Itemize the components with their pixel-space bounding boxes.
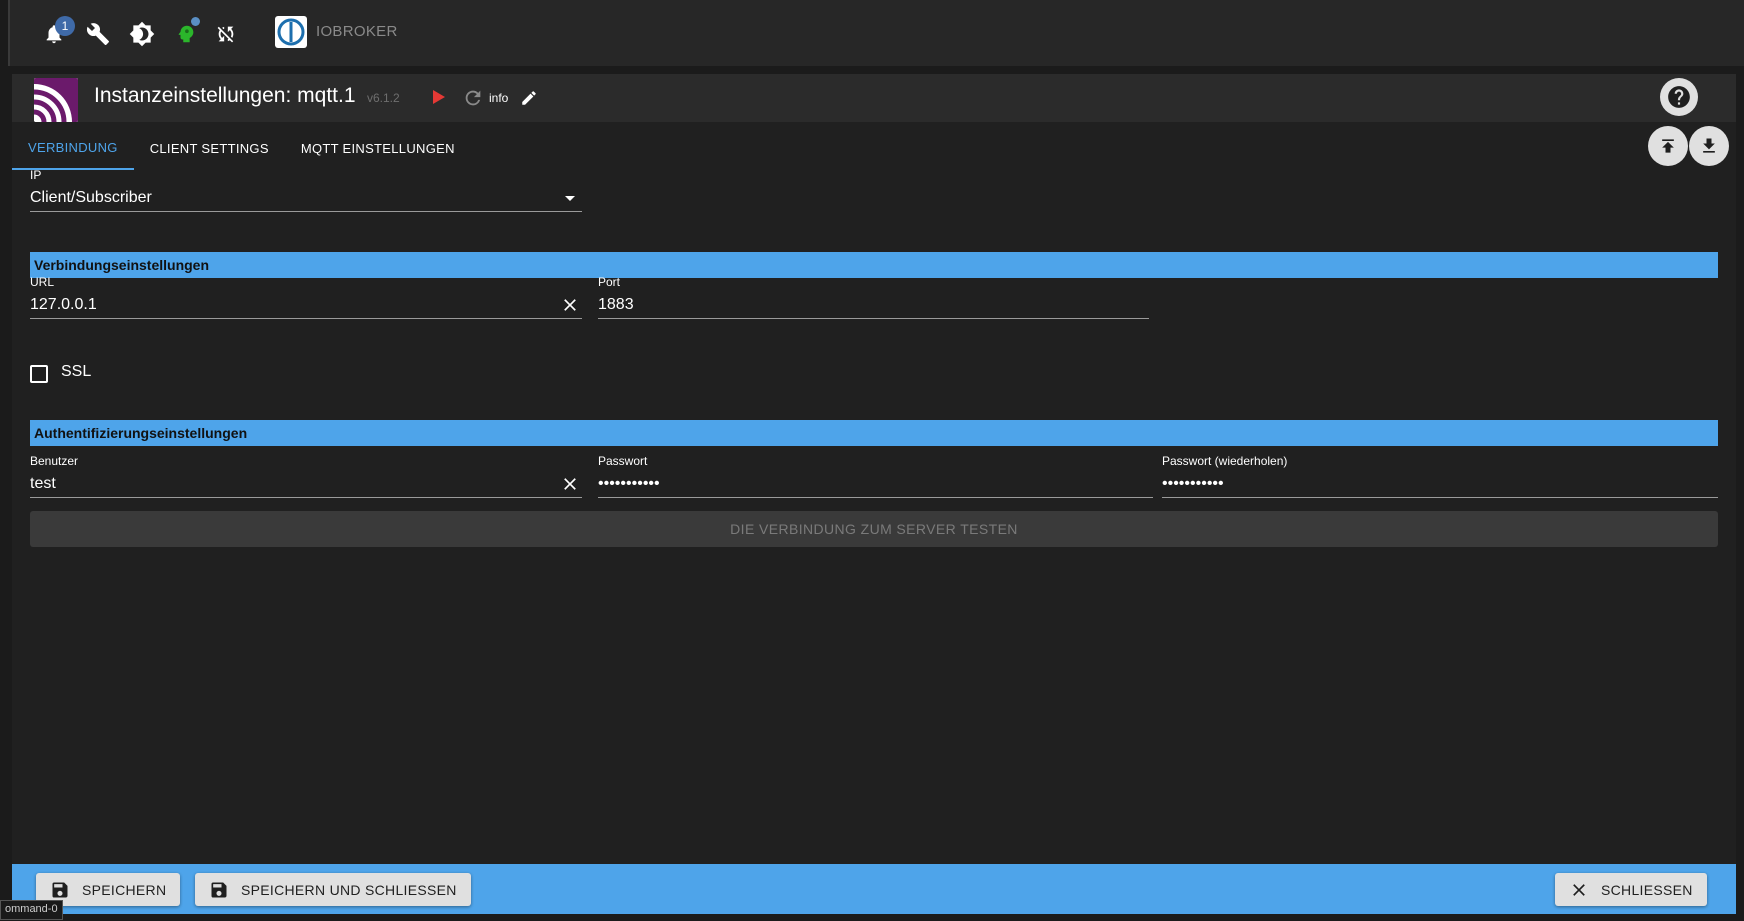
info-label: info [489,91,509,105]
upload-config-button[interactable] [1648,126,1688,166]
save-icon [52,882,68,897]
tab-verbindung[interactable]: VERBINDUNG [12,126,134,170]
save-button-label: SPEICHERN [82,881,167,898]
download-icon [1703,138,1715,153]
app-root: 1 IOBROKER Instanzeinstellungen: mqtt.1 … [0,0,1744,921]
expert-status-dot [191,17,200,26]
url-value: 127.0.0.1 [30,295,97,313]
notifications-button[interactable]: 1 [36,16,75,52]
reload-icon [465,90,481,106]
url-clear-button[interactable] [558,293,582,317]
port-field[interactable]: 1883 [598,291,1149,319]
settings-button[interactable] [80,16,116,52]
help-button[interactable] [1660,78,1698,116]
wrench-icon [86,23,109,45]
auth-section-header: Authentifizierungseinstellungen [30,420,1718,446]
chevron-down-icon [565,195,575,201]
url-label: URL [30,275,55,289]
save-and-close-button[interactable]: SPEICHERN UND SCHLIESSEN [195,873,471,906]
close-icon [1573,883,1585,896]
save-and-close-label: SPEICHERN UND SCHLIESSEN [241,881,457,898]
tab-mqtt-einstellungen[interactable]: MQTT EINSTELLUNGEN [285,126,471,170]
pencil-icon [522,91,536,105]
upload-icon [1662,139,1674,153]
password-repeat-label: Passwort (wiederholen) [1162,454,1288,468]
clear-icon [564,298,576,311]
reload-instance-button[interactable] [461,86,485,110]
ip-select[interactable]: Client/Subscriber [30,184,582,212]
test-connection-button[interactable]: DIE VERBINDUNG ZUM SERVER TESTEN [30,511,1718,547]
sync-button[interactable] [208,16,244,52]
mqtt-logo [34,78,78,122]
port-value: 1883 [598,295,634,313]
command-tooltip: ommand-0 [0,900,63,920]
brand-name: IOBROKER [316,23,398,40]
user-label: Benutzer [30,454,79,468]
help-icon [1668,86,1690,108]
url-field[interactable]: 127.0.0.1 [30,291,582,319]
theme-toggle-button[interactable] [124,16,160,52]
ip-select-value: Client/Subscriber [30,188,152,206]
adapter-version: v6.1.2 [367,91,400,105]
port-label: Port [598,275,621,289]
expert-mode-button[interactable] [168,16,204,52]
dialog-header: Instanzeinstellungen: mqtt.1 v6.1.2 info [12,74,1736,122]
user-field[interactable]: test [30,470,582,498]
password-repeat-value: ••••••••••• [1162,474,1224,492]
tab-client-settings[interactable]: CLIENT SETTINGS [134,126,285,170]
brightness-icon [129,21,155,47]
ssl-label: SSL [61,363,92,380]
close-button-label: SCHLIESSEN [1601,881,1693,898]
password-label: Passwort [598,454,648,468]
sync-off-icon [217,26,234,43]
user-value: test [30,474,56,492]
iobroker-logo [275,16,307,48]
tab-bar: VERBINDUNG CLIENT SETTINGS MQTT EINSTELL… [12,126,471,170]
connection-section-header: Verbindungseinstellungen [30,252,1718,278]
download-config-button[interactable] [1689,126,1729,166]
ssl-checkbox[interactable] [30,365,48,383]
ip-label: IP [30,168,42,182]
close-button[interactable]: SCHLIESSEN [1555,873,1707,906]
user-clear-button[interactable] [558,472,582,496]
notification-count-badge: 1 [55,16,75,36]
clear-icon [564,477,576,490]
password-repeat-field[interactable]: ••••••••••• [1162,470,1718,498]
password-field[interactable]: ••••••••••• [598,470,1153,498]
save-icon [211,882,227,897]
top-toolbar: 1 IOBROKER [8,0,1744,66]
dialog-title: Instanzeinstellungen: mqtt.1 [94,84,356,107]
start-instance-button[interactable] [428,86,450,108]
edit-instance-button[interactable] [518,87,540,109]
instance-settings-dialog: Instanzeinstellungen: mqtt.1 v6.1.2 info… [12,74,1736,914]
play-icon [433,90,445,104]
dialog-footer: SPEICHERN SPEICHERN UND SCHLIESSEN SCHLI… [12,864,1736,914]
password-value: ••••••••••• [598,474,660,492]
